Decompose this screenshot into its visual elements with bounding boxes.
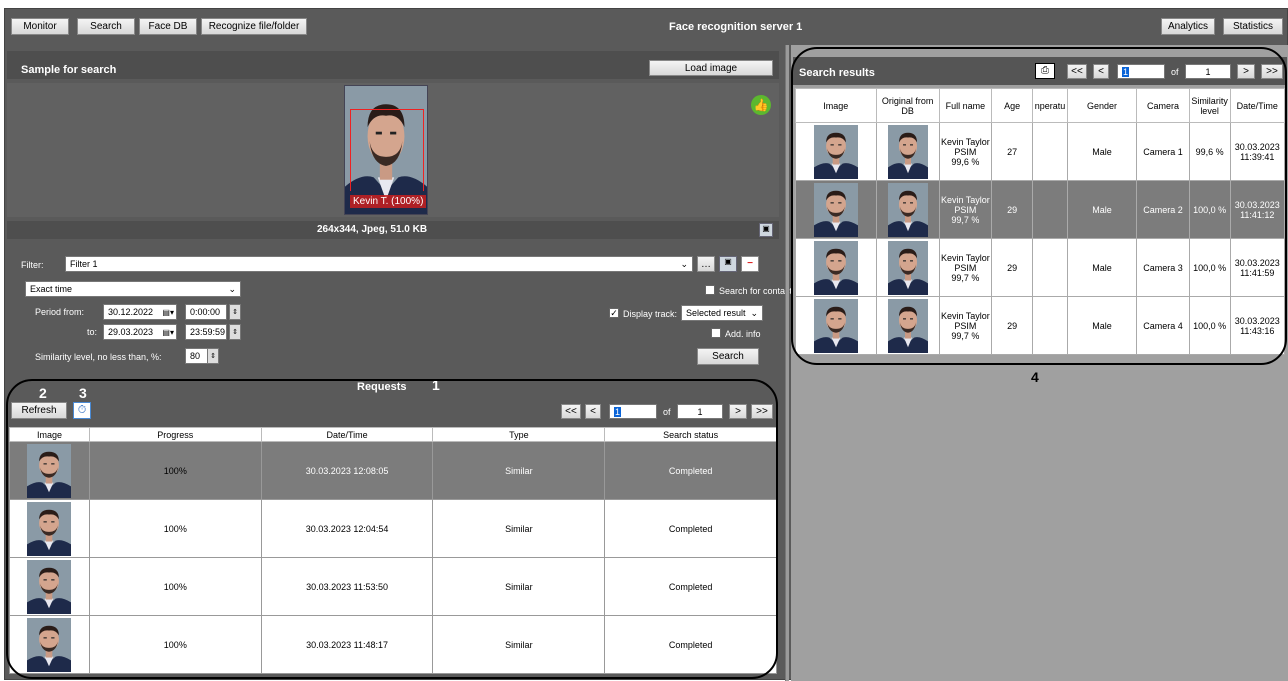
panel-splitter[interactable] bbox=[785, 45, 789, 681]
to-time-input[interactable]: 23:59:59 bbox=[185, 324, 227, 340]
filter-value: Filter 1 bbox=[70, 259, 98, 269]
time-mode-select[interactable]: Exact time ⌄ bbox=[25, 281, 241, 297]
save-filter-icon[interactable]: ▣ bbox=[719, 256, 737, 272]
chevron-down-icon: ⌄ bbox=[750, 307, 758, 318]
calendar-icon[interactable]: ▤▾ bbox=[162, 308, 174, 317]
display-track-checkbox[interactable]: ✓ bbox=[609, 308, 619, 318]
to-time-spinner[interactable]: ⇕ bbox=[229, 324, 241, 340]
remove-filter-icon[interactable]: − bbox=[741, 256, 759, 272]
chevron-down-icon: ⌄ bbox=[680, 258, 688, 269]
recognize-file-button[interactable]: Recognize file/folder bbox=[201, 18, 307, 35]
filter-select[interactable]: Filter 1 ⌄ bbox=[65, 256, 693, 272]
filter-more-button[interactable]: … bbox=[697, 256, 715, 272]
app-window: Monitor Search Face DB Recognize file/fo… bbox=[4, 8, 1288, 681]
from-date-value: 30.12.2022 bbox=[108, 307, 154, 317]
face-db-button[interactable]: Face DB bbox=[139, 18, 197, 35]
analytics-button[interactable]: Analytics bbox=[1161, 18, 1215, 35]
annotation-4: 4 bbox=[1031, 369, 1039, 385]
from-time-input[interactable]: 0:00:00 bbox=[185, 304, 227, 320]
from-date-input[interactable]: 30.12.2022 ▤▾ bbox=[103, 304, 177, 320]
sample-title: Sample for search bbox=[21, 64, 117, 76]
chevron-down-icon: ⌄ bbox=[228, 283, 236, 294]
to-date-value: 29.03.2023 bbox=[108, 327, 154, 337]
similarity-value: 80 bbox=[190, 351, 201, 361]
to-label: to: bbox=[87, 327, 98, 337]
calendar-icon[interactable]: ▤▾ bbox=[162, 328, 174, 337]
save-image-icon[interactable]: ▣ bbox=[759, 223, 773, 237]
display-track-value: Selected result bbox=[686, 308, 746, 318]
to-date-input[interactable]: 29.03.2023 ▤▾ bbox=[103, 324, 177, 340]
face-match-label: Kevin T. (100%) bbox=[350, 195, 427, 208]
statistics-button[interactable]: Statistics bbox=[1223, 18, 1283, 35]
face-detection-frame bbox=[350, 109, 424, 191]
search-tab-button[interactable]: Search bbox=[77, 18, 135, 35]
similarity-spinner[interactable]: ⇕ bbox=[207, 348, 219, 364]
to-time-value: 23:59:59 bbox=[190, 327, 226, 337]
display-track-select[interactable]: Selected result ⌄ bbox=[681, 305, 763, 321]
thumbs-up-icon: 👍 bbox=[751, 95, 771, 115]
callout-requests bbox=[6, 379, 778, 679]
add-info-checkbox[interactable] bbox=[711, 328, 721, 338]
from-time-value: 0:00:00 bbox=[190, 307, 221, 317]
load-image-button[interactable]: Load image bbox=[649, 60, 773, 76]
similarity-label: Similarity level, no less than, %: bbox=[35, 352, 162, 362]
from-time-spinner[interactable]: ⇕ bbox=[229, 304, 241, 320]
monitor-button[interactable]: Monitor bbox=[11, 18, 69, 35]
time-mode-value: Exact time bbox=[30, 284, 73, 294]
period-from-label: Period from: bbox=[35, 307, 85, 317]
add-info-label: Add. info bbox=[725, 329, 761, 339]
window-title: Face recognition server 1 bbox=[669, 21, 803, 33]
search-button[interactable]: Search bbox=[697, 348, 759, 365]
filter-label: Filter: bbox=[21, 260, 44, 270]
callout-results bbox=[791, 47, 1287, 365]
search-contacts-checkbox[interactable] bbox=[705, 285, 715, 295]
image-info: 264x344, Jpeg, 51.0 KB bbox=[317, 224, 428, 235]
display-track-label: Display track: bbox=[623, 309, 678, 319]
